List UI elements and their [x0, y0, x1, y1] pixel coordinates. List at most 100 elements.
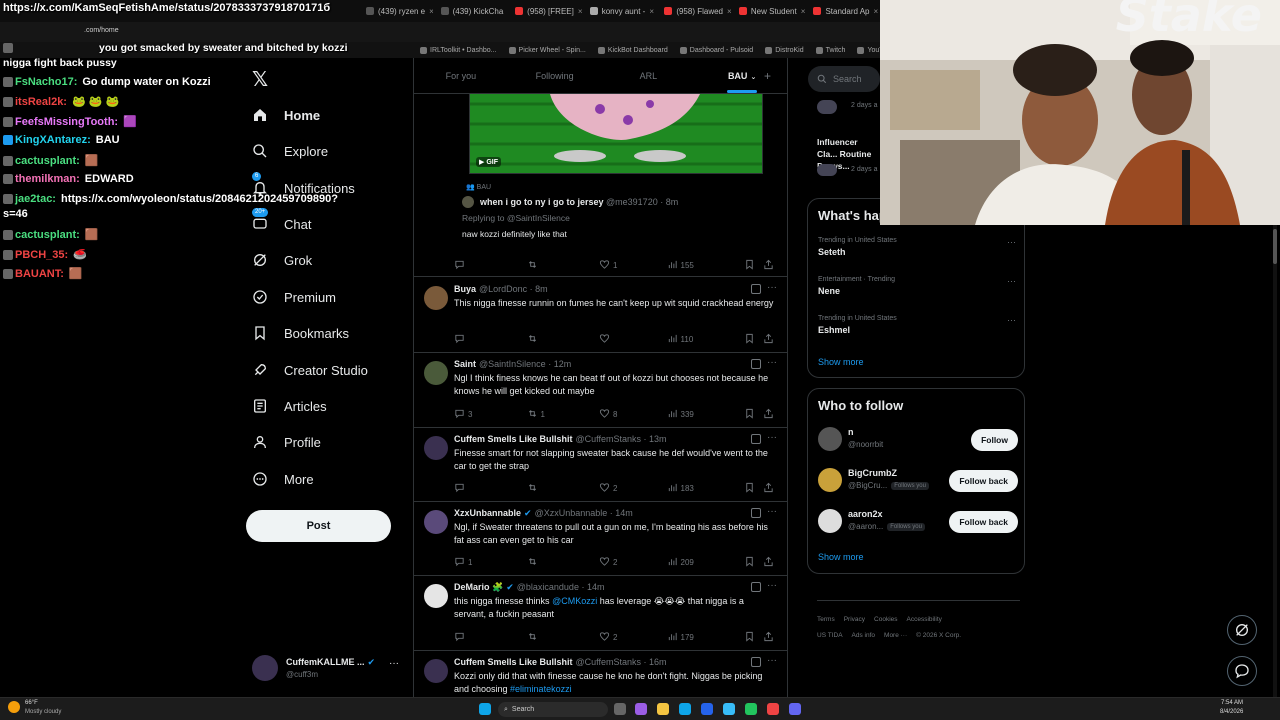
- bookmark[interactable]: Dashboard - Pulsoid: [679, 46, 753, 54]
- footer-link[interactable]: Privacy: [844, 616, 865, 623]
- more-dots-icon[interactable]: ···: [1007, 315, 1016, 325]
- add-tab-icon[interactable]: +: [764, 69, 771, 83]
- more-dots-icon[interactable]: ···: [767, 432, 777, 443]
- close-tab-icon[interactable]: ×: [649, 7, 654, 16]
- footer-link[interactable]: More ···: [884, 632, 907, 639]
- show-more-link[interactable]: Show more: [818, 357, 864, 367]
- more-dots-icon[interactable]: ···: [767, 655, 777, 666]
- nav-item-articles[interactable]: Articles: [250, 394, 327, 418]
- address-bar[interactable]: .com/home: [0, 22, 880, 42]
- repost-button[interactable]: [527, 259, 600, 272]
- search-input[interactable]: Search: [808, 66, 880, 92]
- account-switcher[interactable]: CuffemKALLME ... ✔ @cuff3m ···: [252, 655, 402, 683]
- nav-item-bookmarks[interactable]: Bookmarks: [250, 321, 349, 345]
- more-dots-icon[interactable]: ···: [767, 357, 777, 368]
- grok-icon[interactable]: [751, 508, 761, 518]
- reply-button[interactable]: [454, 482, 527, 495]
- browser-tab[interactable]: New Student ×: [733, 2, 806, 20]
- like-button[interactable]: 8: [599, 408, 667, 421]
- nav-item-more[interactable]: More: [250, 467, 314, 491]
- footer-link[interactable]: US TIDA: [817, 628, 843, 644]
- mention-link[interactable]: #eliminatekozzi: [510, 684, 572, 694]
- nav-item-chat[interactable]: 20+ Chat: [250, 208, 311, 236]
- avatar[interactable]: [424, 436, 448, 460]
- mention-link[interactable]: @CMKozzi: [552, 596, 597, 606]
- footer-link[interactable]: © 2026 X Corp.: [916, 632, 961, 639]
- nav-item-profile[interactable]: Profile: [250, 430, 321, 454]
- like-button[interactable]: 2: [599, 482, 667, 495]
- bookmark[interactable]: IRLToolkit • Dashbo...: [420, 46, 497, 54]
- more-dots-icon[interactable]: ···: [1007, 237, 1016, 247]
- task-view-icon[interactable]: [614, 703, 626, 715]
- reply-button[interactable]: [454, 333, 527, 346]
- reply-button[interactable]: [454, 631, 527, 644]
- author-name[interactable]: Saint: [454, 359, 476, 369]
- bookmark-button[interactable]: [744, 631, 755, 644]
- author-name[interactable]: Cuffem Smells Like Bullshit: [454, 434, 573, 444]
- app-icon[interactable]: [635, 703, 647, 715]
- nav-item-notifications[interactable]: 6 Notifications: [250, 172, 355, 200]
- close-tab-icon[interactable]: ×: [429, 7, 432, 16]
- tweet[interactable]: XzxUnbannable ✔ @XzxUnbannable · 14m ··· Ngl…: [414, 502, 787, 576]
- footer-link[interactable]: Accessibility: [907, 616, 942, 623]
- tweet[interactable]: DeMario 🧩 ✔ @blaxicandude · 14m ··· this nig…: [414, 576, 787, 651]
- more-dots-icon[interactable]: ···: [1007, 276, 1016, 286]
- nav-item-premium[interactable]: Premium: [250, 285, 336, 309]
- repost-button[interactable]: [527, 333, 600, 346]
- edge-icon[interactable]: [679, 703, 691, 715]
- nav-item-home[interactable]: Home: [250, 103, 320, 127]
- gif-media[interactable]: ▶ GIF: [469, 94, 763, 174]
- reply-card[interactable]: 👥 BAU when i go to ny i go to jersey @me…: [454, 177, 774, 247]
- share-button[interactable]: [763, 259, 774, 272]
- follow-suggestion[interactable]: n @noorrbit Follow: [818, 427, 1018, 457]
- author-name[interactable]: Cuffem Smells Like Bullshit: [454, 657, 573, 667]
- close-tab-icon[interactable]: ×: [801, 7, 806, 16]
- author-name[interactable]: XzxUnbannable: [454, 508, 521, 519]
- views-button[interactable]: 110: [667, 333, 744, 346]
- follow-suggestion[interactable]: aaron2x @aaron... Follows you Follow back: [818, 509, 1018, 539]
- follow-button[interactable]: Follow back: [949, 511, 1018, 533]
- avatar[interactable]: [818, 468, 842, 492]
- like-button[interactable]: 2: [599, 631, 667, 644]
- grok-icon[interactable]: [751, 582, 761, 592]
- repost-button[interactable]: [527, 556, 600, 569]
- views-button[interactable]: 183: [667, 482, 744, 495]
- bookmark[interactable]: KickBot Dashboard: [597, 46, 668, 54]
- nav-item-grok[interactable]: Grok: [250, 248, 312, 272]
- reply-button[interactable]: 1: [454, 556, 527, 569]
- footer-link[interactable]: Cookies: [874, 616, 897, 623]
- bookmark-button[interactable]: [744, 556, 755, 569]
- browser-tab[interactable]: (958) [FREE] ×: [509, 2, 582, 20]
- avatar[interactable]: [424, 659, 448, 683]
- app-icon[interactable]: [723, 703, 735, 715]
- trend-item[interactable]: Trending in United States Seteth ···: [818, 237, 1018, 257]
- windows-start-icon[interactable]: [479, 703, 491, 715]
- tab-bau[interactable]: BAU ⌄: [695, 71, 787, 93]
- like-button[interactable]: 1: [599, 259, 667, 272]
- grok-icon[interactable]: [751, 657, 761, 667]
- repost-button[interactable]: [527, 482, 600, 495]
- follow-button[interactable]: Follow back: [949, 470, 1018, 492]
- repost-button[interactable]: [527, 631, 600, 644]
- bookmark[interactable]: DistroKid: [765, 46, 804, 54]
- grok-fab[interactable]: [1227, 615, 1257, 645]
- follow-button[interactable]: Follow: [971, 429, 1018, 451]
- post-button[interactable]: Post: [246, 510, 391, 542]
- scrollbar-thumb[interactable]: [1273, 229, 1277, 264]
- avatar[interactable]: [424, 286, 448, 310]
- tweet[interactable]: Cuffem Smells Like Bullshit @CuffemStanks…: [414, 651, 787, 698]
- more-dots-icon[interactable]: ···: [767, 282, 777, 293]
- browser-tab[interactable]: (958) Flawed ×: [658, 2, 731, 20]
- folder-icon[interactable]: [657, 703, 669, 715]
- share-button[interactable]: [763, 631, 774, 644]
- bookmark-button[interactable]: [744, 482, 755, 495]
- bookmark[interactable]: Picker Wheel - Spin...: [508, 46, 586, 54]
- nav-item-creator-studio[interactable]: Creator Studio: [250, 358, 368, 382]
- footer-link[interactable]: Ads info: [852, 632, 876, 639]
- bookmark[interactable]: Twitch: [815, 46, 845, 54]
- author-name[interactable]: DeMario 🧩: [454, 582, 503, 593]
- tab-following[interactable]: Following: [508, 71, 602, 81]
- grok-icon[interactable]: [751, 359, 761, 369]
- share-button[interactable]: [763, 408, 774, 421]
- trend-item[interactable]: Entertainment · Trending Nene ···: [818, 276, 1018, 296]
